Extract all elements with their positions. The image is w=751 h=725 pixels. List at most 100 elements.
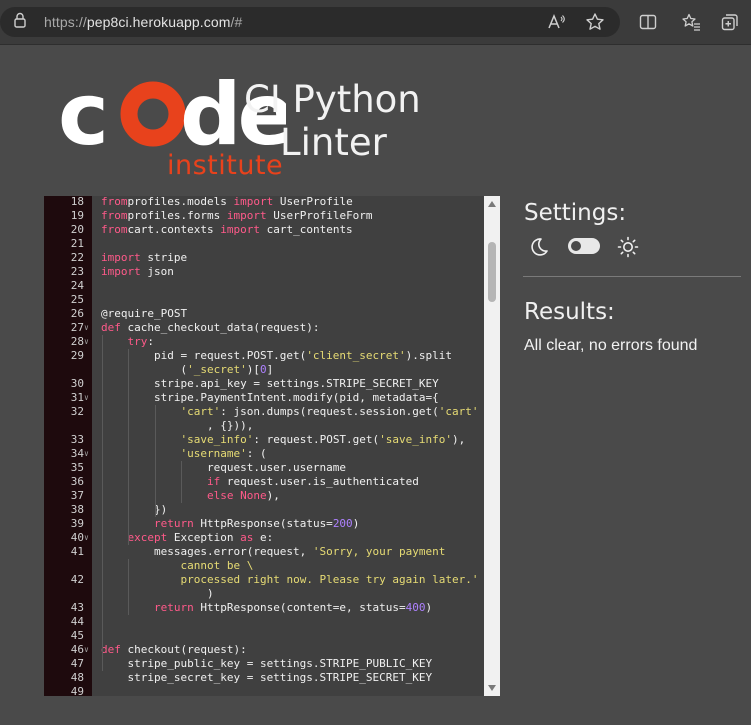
code-text: @require_POST: [101, 307, 187, 321]
code-text: ('_secret')[0]: [101, 363, 273, 377]
code-line[interactable]: 43 return HttpResponse(content=e, status…: [44, 601, 484, 615]
code-line[interactable]: 34 ∨ 'username': (: [44, 447, 484, 461]
fold-arrow-icon[interactable]: ∨: [84, 531, 92, 545]
code-line[interactable]: 25: [44, 293, 484, 307]
code-text: import json: [101, 265, 174, 279]
moon-icon[interactable]: [528, 236, 550, 258]
code-line[interactable]: 18 fromprofiles.models import UserProfile: [44, 196, 484, 209]
code-text: }): [101, 503, 167, 517]
lock-icon[interactable]: [13, 12, 27, 28]
code-text: stripe.PaymentIntent.modify(pid, metadat…: [101, 391, 439, 405]
code-line[interactable]: 41 messages.error(request, 'Sorry, your …: [44, 545, 484, 559]
code-text: 'cart': json.dumps(request.session.get('…: [101, 405, 478, 419]
fold-arrow-icon[interactable]: ∨: [84, 643, 92, 657]
code-line[interactable]: 21: [44, 237, 484, 251]
fold-arrow-icon[interactable]: ∨: [84, 321, 92, 335]
line-number: 40: [70, 531, 84, 544]
favorites-list-icon[interactable]: [681, 12, 701, 32]
editor-scrollbar[interactable]: [484, 196, 500, 696]
code-line[interactable]: 49: [44, 685, 484, 696]
app-title: CI Python Linter: [244, 78, 421, 164]
results-heading: Results:: [524, 299, 615, 325]
code-line[interactable]: , {})),: [44, 419, 484, 433]
code-line[interactable]: 45: [44, 629, 484, 643]
address-url[interactable]: https://pep8ci.herokuapp.com/#: [44, 14, 242, 30]
code-line[interactable]: 37 else None),: [44, 489, 484, 503]
code-token: cannot be \: [180, 559, 254, 572]
line-number: 29: [70, 349, 84, 362]
fold-arrow-icon[interactable]: ∨: [84, 447, 92, 461]
code-token: if: [206, 475, 221, 488]
scroll-up-arrow-icon[interactable]: [488, 201, 496, 207]
code-line[interactable]: 35 request.user.username: [44, 461, 484, 475]
code-line[interactable]: ('_secret')[0]: [44, 363, 484, 377]
scroll-down-arrow-icon[interactable]: [488, 685, 496, 691]
code-line[interactable]: 36 if request.user.is_authenticated: [44, 475, 484, 489]
code-line[interactable]: 20 fromcart.contexts import cart_contents: [44, 223, 484, 237]
split-screen-icon[interactable]: [638, 12, 658, 32]
line-number: 38: [70, 503, 84, 516]
code-token: e:: [253, 531, 274, 544]
sun-icon[interactable]: [617, 236, 639, 258]
code-line[interactable]: 26 @require_POST: [44, 307, 484, 321]
line-number: 18: [70, 196, 84, 208]
code-line[interactable]: 23 import json: [44, 265, 484, 279]
code-line[interactable]: 19 fromprofiles.forms import UserProfileF…: [44, 209, 484, 223]
code-line[interactable]: cannot be \: [44, 559, 484, 573]
code-token: cart.contexts: [127, 223, 221, 236]
code-line[interactable]: 33 'save_info': request.POST.get('save_i…: [44, 433, 484, 447]
code-token: ),: [452, 433, 466, 446]
code-token: None: [240, 489, 267, 502]
code-token: : request.POST.get(: [253, 433, 380, 446]
line-number: 37: [70, 489, 84, 502]
read-aloud-icon[interactable]: [546, 12, 566, 32]
line-number: 24: [70, 279, 84, 292]
line-number: 49: [70, 685, 84, 696]
code-line[interactable]: 30 stripe.api_key = settings.STRIPE_SECR…: [44, 377, 484, 391]
code-token: , {})),: [101, 419, 254, 432]
code-token: stripe_secret_key = settings.STRIPE_SECR…: [101, 671, 433, 684]
code-token: 'username': [180, 447, 247, 460]
code-line[interactable]: 42 processed right now. Please try again…: [44, 573, 484, 587]
indent-guide: [102, 335, 103, 671]
scrollbar-thumb[interactable]: [488, 242, 496, 302]
code-text: fromprofiles.models import UserProfile: [101, 196, 353, 209]
code-token: : (: [246, 447, 267, 460]
code-line[interactable]: 32 'cart': json.dumps(request.session.ge…: [44, 405, 484, 419]
line-number: 45: [70, 629, 84, 642]
code-editor[interactable]: 18 fromprofiles.models import UserProfile…: [44, 196, 500, 696]
code-line[interactable]: 29 pid = request.POST.get('client_secret…: [44, 349, 484, 363]
line-number: 30: [70, 377, 84, 390]
code-token: : json.dumps(request.session.get(: [220, 405, 439, 418]
code-token: profiles.forms: [127, 209, 227, 222]
code-line[interactable]: 39 return HttpResponse(status=200): [44, 517, 484, 531]
fold-arrow-icon[interactable]: ∨: [84, 335, 92, 349]
favorite-star-icon[interactable]: [585, 12, 605, 32]
code-line[interactable]: 47 stripe_public_key = settings.STRIPE_P…: [44, 657, 484, 671]
code-line[interactable]: 31 ∨ stripe.PaymentIntent.modify(pid, met…: [44, 391, 484, 405]
indent-guide: [154, 405, 156, 517]
code-token: ]: [266, 363, 274, 376]
code-line[interactable]: 46 ∨ def checkout(request):: [44, 643, 484, 657]
code-line[interactable]: 28 ∨ try:: [44, 335, 484, 349]
code-line[interactable]: 38 }): [44, 503, 484, 517]
indent-guide: [181, 461, 183, 503]
code-token: json: [140, 265, 174, 278]
code-line[interactable]: 48 stripe_secret_key = settings.STRIPE_S…: [44, 671, 484, 685]
theme-toggle[interactable]: [568, 238, 600, 254]
code-line[interactable]: ): [44, 587, 484, 601]
code-text: ): [101, 587, 214, 601]
code-line[interactable]: 22 import stripe: [44, 251, 484, 265]
svg-text:c: c: [58, 68, 105, 165]
code-line[interactable]: 40 ∨ except Exception as e:: [44, 531, 484, 545]
code-line[interactable]: 44: [44, 615, 484, 629]
fold-arrow-icon[interactable]: ∨: [84, 391, 92, 405]
collections-icon[interactable]: [720, 12, 740, 32]
code-line[interactable]: 24: [44, 279, 484, 293]
code-text: try:: [101, 335, 155, 349]
code-line[interactable]: 27 ∨ def cache_checkout_data(request):: [44, 321, 484, 335]
